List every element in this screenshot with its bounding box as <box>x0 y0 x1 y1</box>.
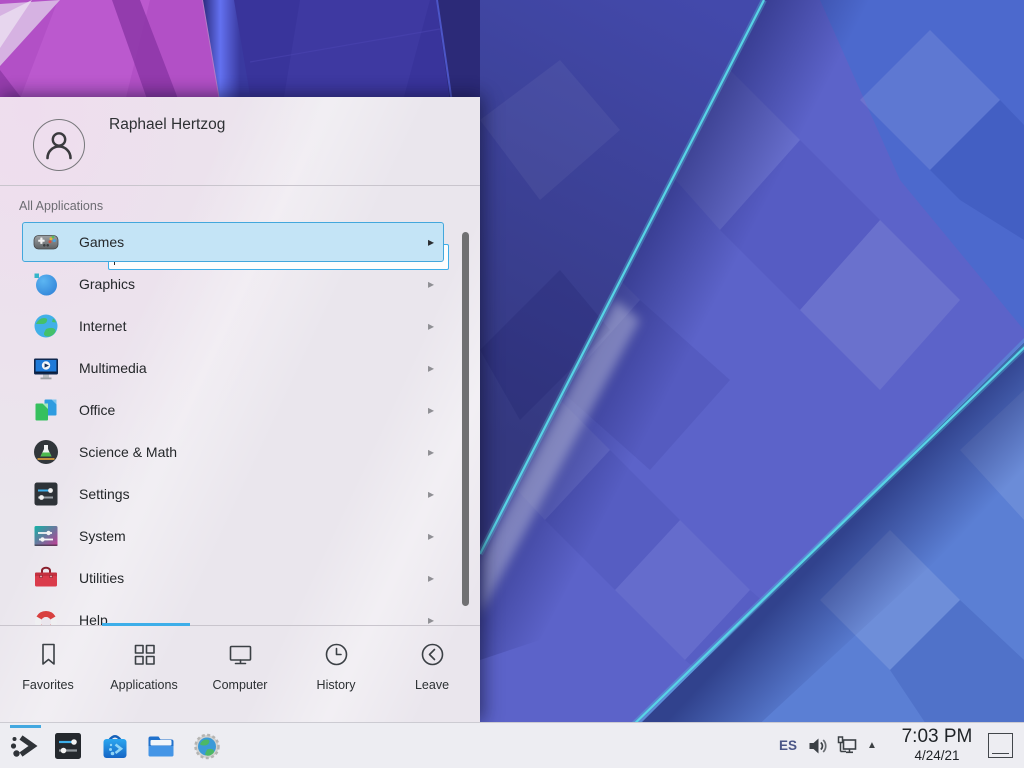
computer-monitor-icon <box>227 641 254 668</box>
show-desktop-button[interactable] <box>988 733 1013 758</box>
category-row-office[interactable]: Office ▸ <box>22 390 444 430</box>
category-row-multimedia[interactable]: Multimedia ▸ <box>22 348 444 388</box>
submenu-arrow-icon: ▸ <box>428 488 434 500</box>
submenu-arrow-icon: ▸ <box>428 572 434 584</box>
user-avatar[interactable] <box>33 119 85 171</box>
category-label: Office <box>79 402 115 418</box>
utilities-toolbox-icon <box>32 564 60 592</box>
launcher-header: Raphael Hertzog <box>0 97 480 186</box>
folder-icon <box>146 731 176 761</box>
active-tab-indicator <box>102 623 190 626</box>
tab-label: Computer <box>213 678 268 692</box>
tab-label: Applications <box>110 678 177 692</box>
submenu-arrow-icon: ▸ <box>428 404 434 416</box>
clock-date: 4/24/21 <box>893 748 981 764</box>
web-browser-button[interactable] <box>192 731 222 761</box>
submenu-arrow-icon: ▸ <box>428 278 434 290</box>
tab-history[interactable]: History <box>288 626 384 722</box>
multimedia-monitor-icon <box>32 354 60 382</box>
application-launcher-button[interactable] <box>8 731 38 761</box>
category-label: Internet <box>79 318 126 334</box>
tab-label: Favorites <box>22 678 73 692</box>
kde-launcher-icon <box>8 731 38 761</box>
file-manager-button[interactable] <box>146 731 176 761</box>
tab-label: Leave <box>415 678 449 692</box>
category-label: Games <box>79 234 124 250</box>
submenu-arrow-icon: ▸ <box>428 446 434 458</box>
desktop: Raphael Hertzog All Applications <box>0 0 1024 768</box>
digital-clock[interactable]: 7:03 PM 4/24/21 <box>893 726 981 764</box>
tab-applications[interactable]: Applications <box>96 626 192 722</box>
history-clock-icon <box>323 641 350 668</box>
category-list: Games ▸ Graphics ▸ <box>0 216 480 626</box>
bookmark-icon <box>35 641 62 668</box>
category-row-utilities[interactable]: Utilities ▸ <box>22 558 444 598</box>
browser-globe-gear-icon <box>192 731 222 761</box>
category-row-science-math[interactable]: Science & Math ▸ <box>22 432 444 472</box>
submenu-arrow-icon: ▸ <box>428 530 434 542</box>
tab-label: History <box>317 678 356 692</box>
discover-button[interactable] <box>100 731 130 761</box>
submenu-arrow-icon: ▸ <box>428 320 434 332</box>
category-label: Graphics <box>79 276 135 292</box>
category-row-help[interactable]: Help ▸ <box>22 600 444 626</box>
tab-computer[interactable]: Computer <box>192 626 288 722</box>
applications-grid-icon <box>131 641 158 668</box>
globe-icon <box>32 312 60 340</box>
category-label: Utilities <box>79 570 124 586</box>
volume-icon[interactable] <box>807 735 829 757</box>
category-row-games[interactable]: Games ▸ <box>22 222 444 262</box>
category-row-internet[interactable]: Internet ▸ <box>22 306 444 346</box>
system-sliders-icon <box>32 522 60 550</box>
help-lifebuoy-icon <box>32 606 60 626</box>
user-name: Raphael Hertzog <box>109 116 225 134</box>
network-icon[interactable] <box>836 735 858 757</box>
application-launcher-panel: Raphael Hertzog All Applications <box>0 97 480 722</box>
tray-expand-icon[interactable]: ▲ <box>862 723 882 768</box>
category-row-graphics[interactable]: Graphics ▸ <box>22 264 444 304</box>
category-row-system[interactable]: System ▸ <box>22 516 444 556</box>
category-label: System <box>79 528 126 544</box>
tab-leave[interactable]: Leave <box>384 626 480 722</box>
tab-favorites[interactable]: Favorites <box>0 626 96 722</box>
science-flask-icon <box>32 438 60 466</box>
launcher-active-indicator <box>10 725 41 728</box>
submenu-arrow-icon: ▸ <box>428 236 434 248</box>
settings-sliders-icon <box>32 480 60 508</box>
list-scrollbar[interactable] <box>462 232 469 606</box>
category-row-settings[interactable]: Settings ▸ <box>22 474 444 514</box>
system-settings-button[interactable] <box>53 731 83 761</box>
category-label: Science & Math <box>79 444 177 460</box>
system-settings-icon <box>53 731 83 761</box>
office-documents-icon <box>32 396 60 424</box>
taskbar: ES ▲ 7:03 PM 4/24/21 <box>0 722 1024 768</box>
graphics-ball-icon <box>32 270 60 298</box>
discover-icon <box>100 731 130 761</box>
leave-back-icon <box>419 641 446 668</box>
submenu-arrow-icon: ▸ <box>428 614 434 626</box>
submenu-arrow-icon: ▸ <box>428 362 434 374</box>
launcher-tab-bar: Favorites Applications Computer <box>0 625 480 722</box>
section-label: All Applications <box>19 199 103 213</box>
gamepad-icon <box>32 228 60 256</box>
category-label: Settings <box>79 486 130 502</box>
category-label: Multimedia <box>79 360 147 376</box>
user-person-icon <box>39 125 79 165</box>
keyboard-layout-indicator[interactable]: ES <box>779 723 797 768</box>
clock-time: 7:03 PM <box>893 726 981 748</box>
